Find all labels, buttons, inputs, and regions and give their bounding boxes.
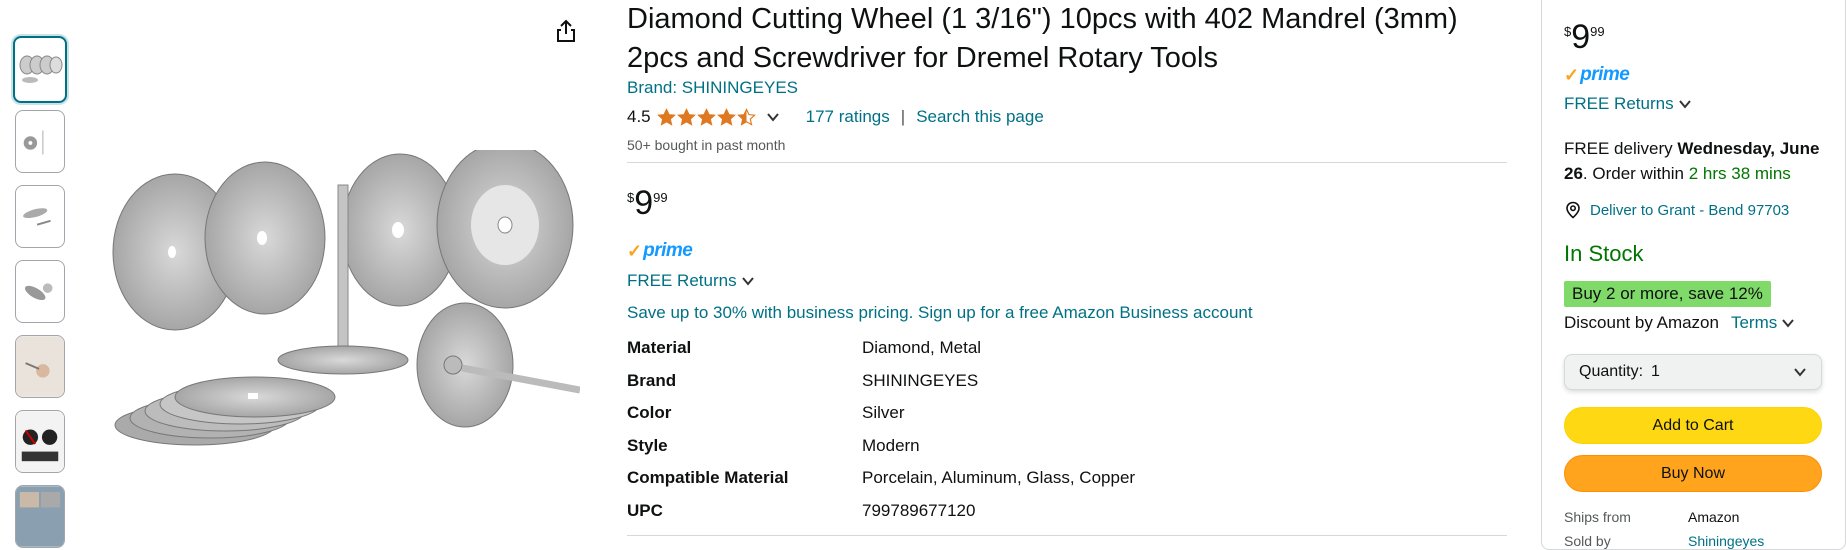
price-symbol: $ bbox=[627, 190, 635, 205]
spec-value: Diamond, Metal bbox=[862, 338, 982, 357]
chevron-down-icon[interactable] bbox=[766, 110, 780, 124]
sold-by-label: Sold by bbox=[1564, 533, 1611, 549]
spec-value: Porcelain, Aluminum, Glass, Copper bbox=[862, 468, 1136, 487]
price-fraction: 99 bbox=[653, 190, 668, 205]
thumbnail-3[interactable] bbox=[15, 185, 65, 248]
stock-status: In Stock bbox=[1564, 241, 1644, 266]
spec-key: Brand bbox=[627, 371, 677, 390]
ships-from-label: Ships from bbox=[1564, 509, 1631, 525]
thumbnail-1[interactable] bbox=[13, 36, 67, 103]
ships-from-value: Amazon bbox=[1688, 509, 1740, 525]
share-icon[interactable] bbox=[553, 18, 579, 44]
delivery-info: FREE delivery Wednesday, June 26. Order … bbox=[1564, 136, 1834, 186]
spec-value: Modern bbox=[862, 436, 920, 455]
thumbnail-image bbox=[24, 283, 53, 301]
buybox-price: $ 9 99 bbox=[1564, 20, 1605, 54]
quantity-select[interactable]: Quantity: 1 bbox=[1564, 354, 1822, 390]
prime-check-icon: ✓ bbox=[627, 240, 643, 261]
sold-by-link[interactable]: Shiningeyes bbox=[1688, 533, 1764, 549]
thumbnail-5[interactable] bbox=[15, 335, 65, 398]
thumbnail-6[interactable] bbox=[15, 410, 65, 473]
product-title: Diamond Cutting Wheel (1 3/16") 10pcs wi… bbox=[627, 3, 1458, 74]
chevron-down-icon bbox=[1678, 100, 1691, 109]
star-icon bbox=[716, 107, 736, 126]
thumbnail-image bbox=[19, 55, 63, 83]
spec-value: Silver bbox=[862, 403, 905, 422]
buy-now-button[interactable]: Buy Now bbox=[1564, 455, 1822, 492]
prime-check-icon: ✓ bbox=[1564, 64, 1580, 85]
delivery-prefix: FREE delivery bbox=[1564, 139, 1678, 158]
chevron-down-icon bbox=[1782, 319, 1795, 328]
location-pin-icon bbox=[1566, 201, 1580, 219]
prime-label: prime bbox=[643, 240, 693, 261]
business-pricing-link[interactable]: Save up to 30% with business pricing. Si… bbox=[627, 303, 1253, 323]
star-icon bbox=[676, 107, 696, 126]
free-returns-link[interactable]: FREE Returns bbox=[1564, 94, 1692, 114]
price-fraction: 99 bbox=[1590, 24, 1605, 39]
free-returns-label: FREE Returns bbox=[1564, 94, 1674, 113]
thumbnail-image bbox=[16, 486, 64, 547]
star-icon bbox=[696, 107, 716, 126]
price-whole: 9 bbox=[1571, 18, 1591, 56]
spec-value: SHININGEYES bbox=[862, 371, 979, 390]
separator: | bbox=[900, 107, 906, 126]
chevron-down-icon bbox=[741, 277, 754, 286]
ratings-count-link[interactable]: 177 ratings bbox=[806, 107, 890, 127]
divider bbox=[627, 162, 1507, 163]
terms-link[interactable]: Terms bbox=[1731, 313, 1795, 333]
free-returns-label: FREE Returns bbox=[627, 271, 737, 290]
bought-count: 50+ bought in past month bbox=[627, 137, 786, 153]
free-returns-link[interactable]: FREE Returns bbox=[627, 271, 755, 291]
delivery-mid: . Order within bbox=[1582, 164, 1689, 183]
search-page-link[interactable]: Search this page bbox=[916, 107, 1044, 127]
price-symbol: $ bbox=[1564, 24, 1572, 39]
thumbnail-image bbox=[23, 130, 44, 155]
discount-row: Discount by Amazon Terms bbox=[1564, 313, 1795, 333]
discount-label: Discount by Amazon bbox=[1564, 313, 1719, 332]
thumbnail-4[interactable] bbox=[15, 260, 65, 323]
chevron-down-icon bbox=[1794, 368, 1806, 377]
star-icon bbox=[736, 107, 756, 126]
spec-key: Color bbox=[627, 403, 672, 422]
main-product-image[interactable] bbox=[100, 141, 581, 460]
brand-link[interactable]: Brand: SHININGEYES bbox=[627, 78, 798, 98]
thumbnail-image bbox=[23, 208, 51, 226]
thumbnail-7[interactable] bbox=[15, 485, 65, 548]
thumbnail-image bbox=[16, 336, 64, 397]
quantity-value: 1 bbox=[1651, 363, 1660, 380]
terms-label: Terms bbox=[1730, 313, 1778, 332]
rating-value: 4.5 bbox=[627, 107, 651, 126]
rating-row: 4.5 177 ratings | Search this page bbox=[627, 105, 1044, 129]
spec-key: Material bbox=[627, 338, 692, 357]
spec-key: UPC bbox=[627, 501, 663, 520]
delivery-countdown: 2 hrs 38 mins bbox=[1688, 164, 1791, 183]
star-icon bbox=[656, 107, 676, 126]
divider bbox=[627, 535, 1507, 536]
add-to-cart-button[interactable]: Add to Cart bbox=[1564, 407, 1822, 444]
prime-label: prime bbox=[1580, 64, 1630, 85]
thumbnail-image bbox=[16, 411, 64, 472]
bulk-discount-badge: Buy 2 or more, save 12% bbox=[1564, 281, 1771, 307]
deliver-to-label: Deliver to Grant - Bend 97703 bbox=[1590, 201, 1790, 219]
prime-badge[interactable]: ✓ prime bbox=[1564, 64, 1630, 86]
spec-value: 799789677120 bbox=[862, 501, 976, 520]
quantity-label: Quantity: bbox=[1579, 363, 1644, 380]
star-rating[interactable] bbox=[656, 107, 756, 127]
price-whole: 9 bbox=[634, 184, 654, 222]
price: $ 9 99 bbox=[627, 186, 668, 220]
spec-key: Compatible Material bbox=[627, 468, 789, 487]
spec-key: Style bbox=[627, 436, 668, 455]
deliver-to-link[interactable]: Deliver to Grant - Bend 97703 bbox=[1564, 201, 1789, 219]
prime-badge[interactable]: ✓ prime bbox=[627, 240, 693, 262]
thumbnail-2[interactable] bbox=[15, 110, 65, 173]
